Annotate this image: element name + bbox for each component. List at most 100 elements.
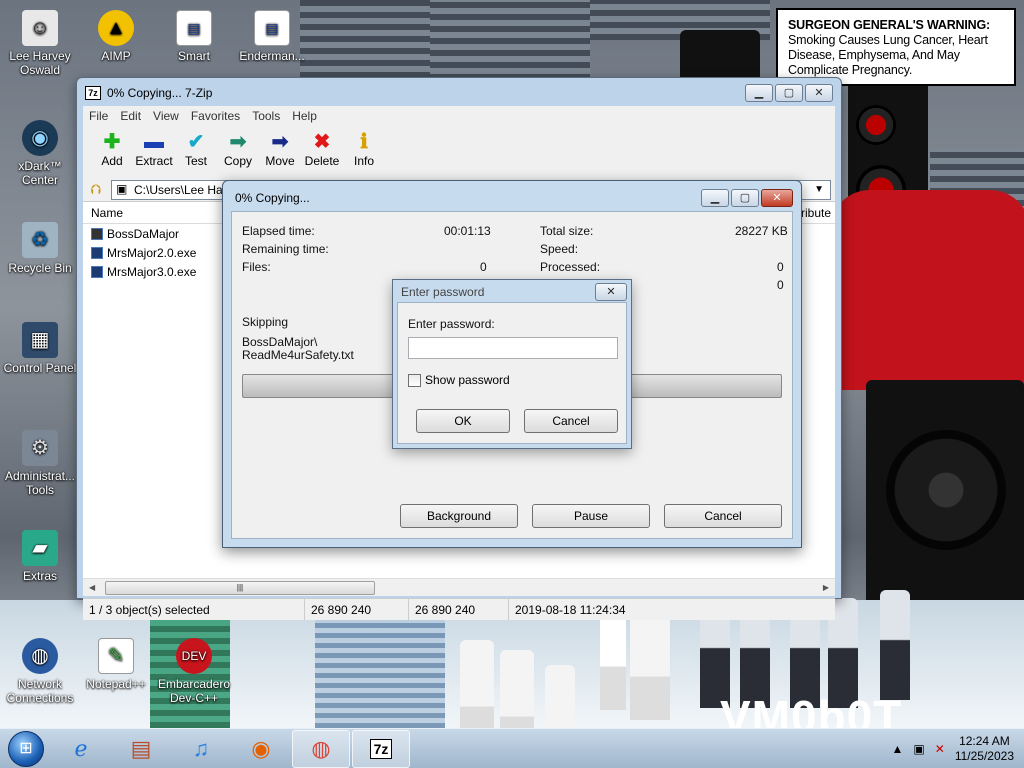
desktop-icon-notepad-plus-plus[interactable]: ✎ Notepad++: [78, 638, 154, 691]
document-icon: ▤: [176, 10, 212, 46]
menu-bar: File Edit View Favorites Tools Help: [83, 106, 835, 126]
desktop-icon-xdark-center[interactable]: ◉ xDark™ Center: [2, 120, 78, 187]
password-dialog-titlebar[interactable]: Enter password ✕: [393, 280, 631, 304]
notepad-icon: ✎: [98, 638, 134, 674]
horizontal-scrollbar[interactable]: ◀ ||| ▶: [83, 578, 835, 596]
scroll-left-icon[interactable]: ◀: [89, 583, 95, 592]
move-arrow-icon: ➡: [271, 131, 289, 153]
menu-tools[interactable]: Tools: [252, 109, 280, 123]
exe-file-icon: [91, 246, 103, 259]
total-size-value: 28227 KB: [735, 224, 788, 238]
desktop-icon-enderman[interactable]: ▤ Enderman...: [234, 10, 310, 63]
taskbar: ⊞ ℯ ▤ ♫ ◉ ◍ 7z ▲ ▣ ✕ 12:24 AM 11/25/2023: [0, 728, 1024, 768]
copy-dialog-title: 0% Copying...: [235, 191, 310, 205]
show-hidden-icons-icon[interactable]: ▲: [892, 742, 904, 756]
status-packed: 26 890 240: [409, 599, 509, 620]
test-button[interactable]: ✔ Test: [175, 130, 217, 168]
check-icon: ✔: [187, 131, 205, 153]
menu-help[interactable]: Help: [292, 109, 317, 123]
folder-up-icon[interactable]: ⮉: [87, 181, 105, 199]
scroll-right-icon[interactable]: ▶: [823, 583, 829, 592]
skipping-label: Skipping: [242, 315, 289, 329]
desktop-icon-extras[interactable]: ▰ Extras: [2, 530, 78, 583]
desktop-icon-embarcadero-dev-cpp[interactable]: DEV Embarcadero Dev-C++: [156, 638, 232, 705]
password-input[interactable]: [408, 337, 618, 359]
chrome-icon[interactable]: ◍: [292, 729, 350, 768]
surgeon-general-warning: SURGEON GENERAL'S WARNING: Smoking Cause…: [776, 8, 1016, 86]
ok-button[interactable]: OK: [416, 409, 510, 433]
files-value: 0: [480, 260, 487, 274]
checkbox-box[interactable]: [408, 373, 421, 387]
7zip-icon: 7z: [369, 738, 393, 759]
info-button[interactable]: ℹ Info: [343, 130, 385, 168]
copy-button[interactable]: ➡ Copy: [217, 130, 259, 168]
cancel-button[interactable]: Cancel: [524, 409, 618, 433]
cancel-button[interactable]: Cancel: [664, 504, 782, 528]
start-button[interactable]: ⊞: [0, 729, 52, 768]
main-window-titlebar[interactable]: 7z 0% Copying... 7-Zip ▁ ▢ ✕: [77, 78, 841, 108]
control-panel-icon: ▦: [22, 322, 58, 358]
menu-edit[interactable]: Edit: [120, 109, 141, 123]
add-button[interactable]: ✚ Add: [91, 130, 133, 168]
folder-icon: [91, 227, 103, 240]
info-icon: ℹ: [360, 131, 368, 153]
compressed-value: 0: [777, 278, 784, 292]
chevron-down-icon[interactable]: ▼: [814, 184, 824, 195]
skipping-path-line-1: BossDaMajor\: [242, 335, 318, 349]
close-button[interactable]: ✕: [805, 84, 833, 102]
elapsed-label: Elapsed time:: [242, 224, 315, 238]
desktop-icon-lee-harvey-oswald[interactable]: ☺ Lee Harvey Oswald: [2, 10, 78, 77]
network-icon: ◍: [22, 638, 58, 674]
move-button[interactable]: ➡ Move: [259, 130, 301, 168]
extract-button[interactable]: ▬ Extract: [133, 130, 175, 168]
menu-view[interactable]: View: [153, 109, 179, 123]
menu-file[interactable]: File: [89, 109, 108, 123]
copy-arrow-icon: ➡: [229, 131, 247, 153]
menu-favorites[interactable]: Favorites: [191, 109, 240, 123]
speaker-head-graphic: [866, 526, 894, 586]
building: [315, 610, 445, 728]
status-selected: 1 / 3 object(s) selected: [83, 599, 305, 620]
gear-icon: ⚙: [22, 430, 58, 466]
7zip-taskbar-button[interactable]: 7z: [352, 729, 410, 768]
status-size: 26 890 240: [305, 599, 409, 620]
internet-explorer-icon[interactable]: ℯ: [52, 730, 110, 768]
maximize-button[interactable]: ▢: [731, 189, 759, 207]
scrollbar-thumb[interactable]: |||: [105, 580, 375, 595]
minus-icon: ▬: [144, 131, 164, 153]
password-dialog-title: Enter password: [401, 285, 485, 299]
person-icon: ☺: [22, 10, 58, 46]
crowd-figure: [880, 590, 910, 700]
maximize-button[interactable]: ▢: [775, 84, 803, 102]
delete-button[interactable]: ✖ Delete: [301, 130, 343, 168]
copy-dialog-titlebar[interactable]: 0% Copying... ▁ ▢ ✕: [223, 181, 801, 215]
volume-muted-icon[interactable]: ✕: [935, 742, 945, 756]
desktop-icon-aimp[interactable]: ▲ AIMP: [78, 10, 154, 63]
files-label: Files:: [242, 260, 271, 274]
delete-x-icon: ✖: [313, 131, 331, 153]
desktop-icon-administrative-tools[interactable]: ⚙ Administrat... Tools: [2, 430, 78, 497]
clock[interactable]: 12:24 AM 11/25/2023: [955, 734, 1014, 764]
password-dialog-client: Enter password: Show password OK Cancel: [397, 302, 627, 444]
show-password-checkbox[interactable]: Show password: [408, 373, 510, 387]
pause-button[interactable]: Pause: [532, 504, 650, 528]
desktop-icon-control-panel[interactable]: ▦ Control Panel: [2, 322, 78, 375]
minimize-button[interactable]: ▁: [701, 189, 729, 207]
desktop-icon-recycle-bin[interactable]: ♻ Recycle Bin: [2, 222, 78, 275]
minimize-button[interactable]: ▁: [745, 84, 773, 102]
processed-label: Processed:: [540, 260, 601, 274]
background-button[interactable]: Background: [400, 504, 518, 528]
network-status-icon[interactable]: ▣: [913, 742, 924, 756]
system-tray: ▲ ▣ ✕ 12:24 AM 11/25/2023: [892, 729, 1024, 768]
folder-icon: ▰: [22, 530, 58, 566]
password-prompt: Enter password:: [408, 317, 495, 331]
music-icon[interactable]: ♫: [172, 730, 230, 768]
close-button[interactable]: ✕: [595, 283, 627, 301]
figure-graphic: [830, 190, 1024, 390]
close-button[interactable]: ✕: [761, 189, 793, 207]
document-icon: ▤: [254, 10, 290, 46]
desktop-icon-smart[interactable]: ▤ Smart: [156, 10, 232, 63]
desktop-icon-network-connections[interactable]: ◍ Network Connections: [2, 638, 78, 705]
store-icon[interactable]: ▤: [112, 730, 170, 768]
firefox-icon[interactable]: ◉: [232, 730, 290, 768]
